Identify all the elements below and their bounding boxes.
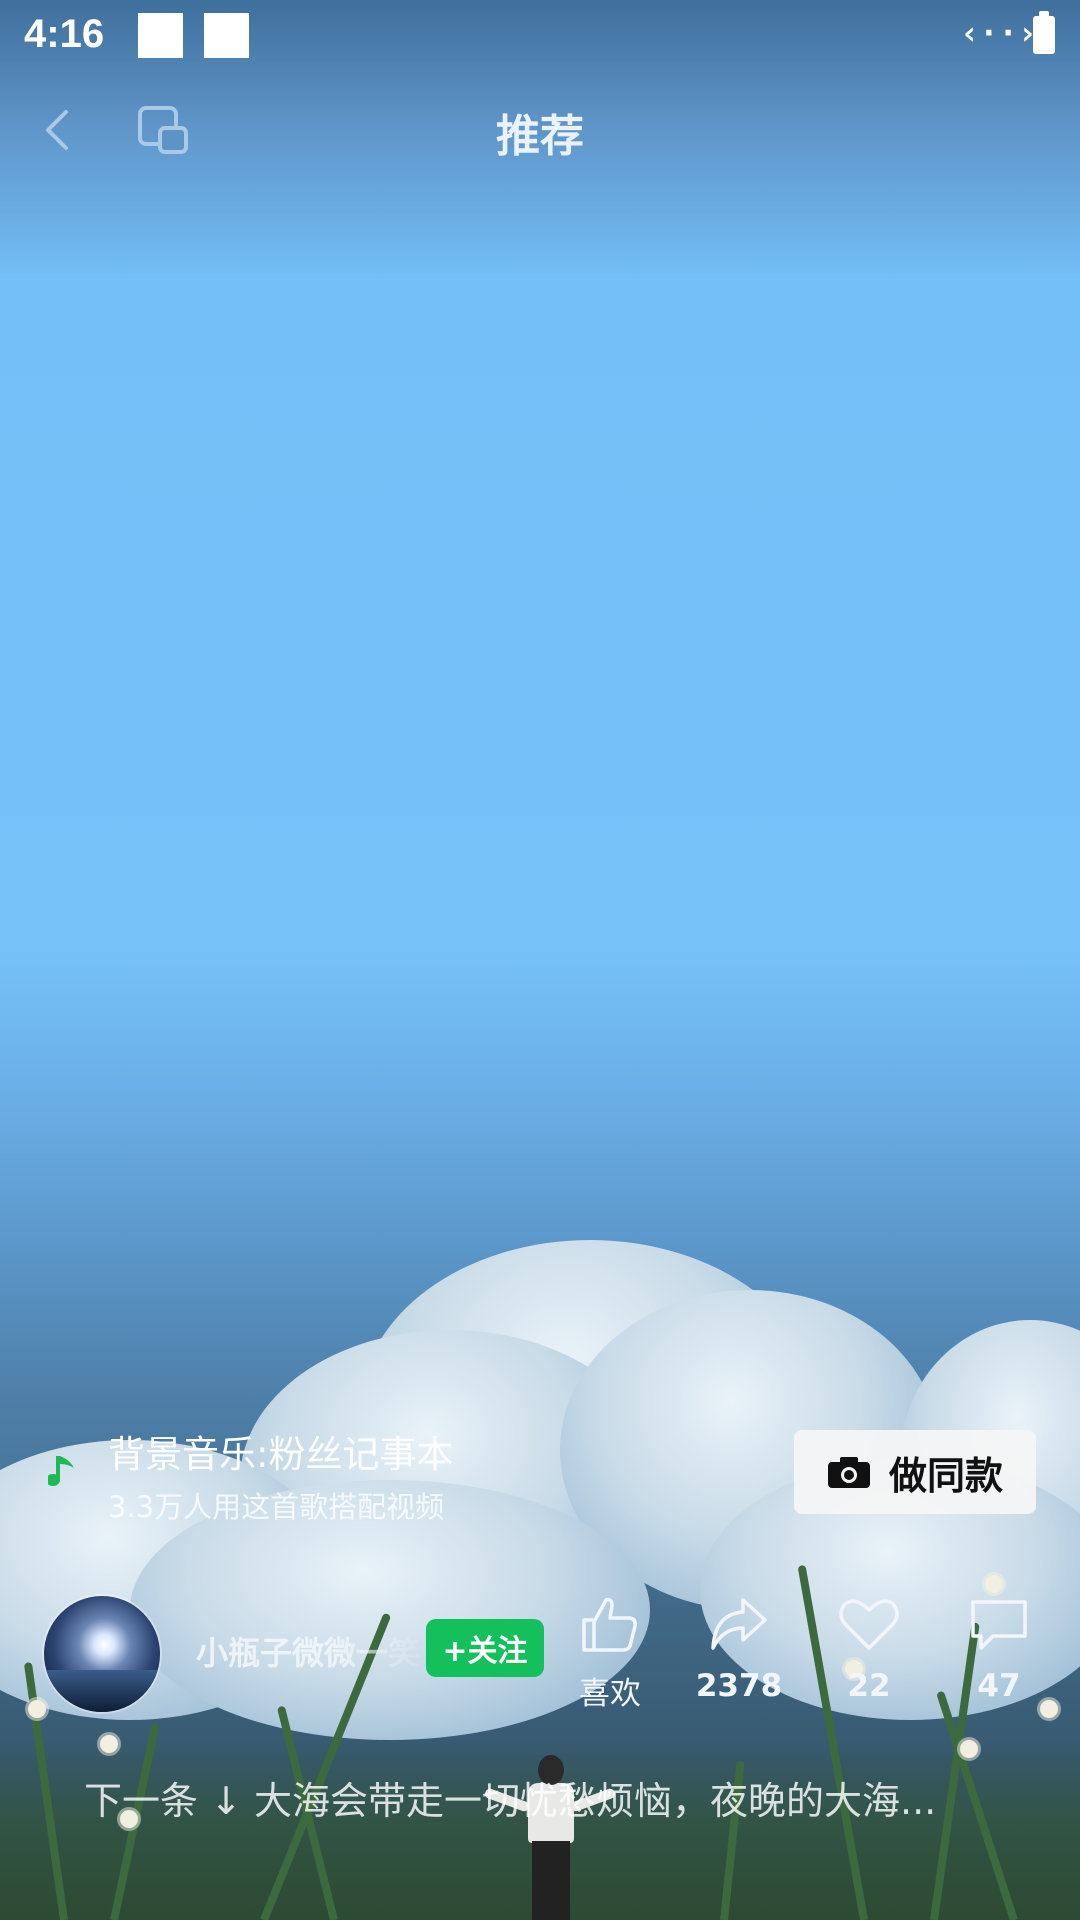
share-count: 2378 [695, 1668, 783, 1704]
like-label: 喜欢 [579, 1676, 641, 1712]
status-time: 4:16 [24, 12, 105, 56]
author-avatar[interactable] [44, 1596, 160, 1712]
favorite-button[interactable]: 22 [814, 1592, 924, 1704]
page-title: 推荐 [496, 111, 584, 162]
make-same-button[interactable]: 做同款 [794, 1430, 1036, 1514]
music-usage-text: 3.3万人用这首歌搭配视频 [108, 1490, 445, 1524]
notification-icon [138, 13, 183, 58]
battery-icon [1033, 11, 1055, 54]
share-button[interactable]: 2378 [684, 1592, 794, 1704]
next-video-bar[interactable]: 下一条 ↓ 大海会带走一切忧愁烦恼，夜晚的大海... [84, 1770, 1014, 1825]
favorite-count: 22 [847, 1668, 891, 1704]
flower [960, 1740, 978, 1758]
notification-icon [204, 13, 249, 58]
like-button[interactable]: 喜欢 [555, 1592, 665, 1713]
share-arrow-icon [711, 1598, 767, 1650]
link-icon: ‹··› [960, 14, 1038, 52]
author-name[interactable]: 小瓶子微微一笑 [196, 1628, 422, 1674]
music-title[interactable]: 背景音乐:粉丝记事本 [108, 1424, 453, 1478]
heart-icon [839, 1599, 899, 1650]
flower [100, 1735, 118, 1753]
camera-icon [827, 1457, 870, 1488]
comment-bubble-icon [971, 1600, 1027, 1650]
status-bar: 4:16 ‹··› [0, 0, 1080, 76]
make-same-label: 做同款 [888, 1453, 1003, 1498]
top-bar: 推荐 [0, 90, 1080, 170]
comment-button[interactable]: 47 [944, 1592, 1054, 1704]
flower [985, 1575, 1003, 1593]
follow-button[interactable]: +关注 [426, 1619, 544, 1677]
thumbs-up-icon [582, 1597, 637, 1652]
comment-count: 47 [977, 1668, 1021, 1704]
music-note-icon[interactable] [48, 1452, 78, 1492]
video-player-screen[interactable]: 4:16 ‹··› 推荐 背景音乐:粉丝记事本 3.3万人用这首歌搭配视频 做同… [0, 0, 1080, 1920]
